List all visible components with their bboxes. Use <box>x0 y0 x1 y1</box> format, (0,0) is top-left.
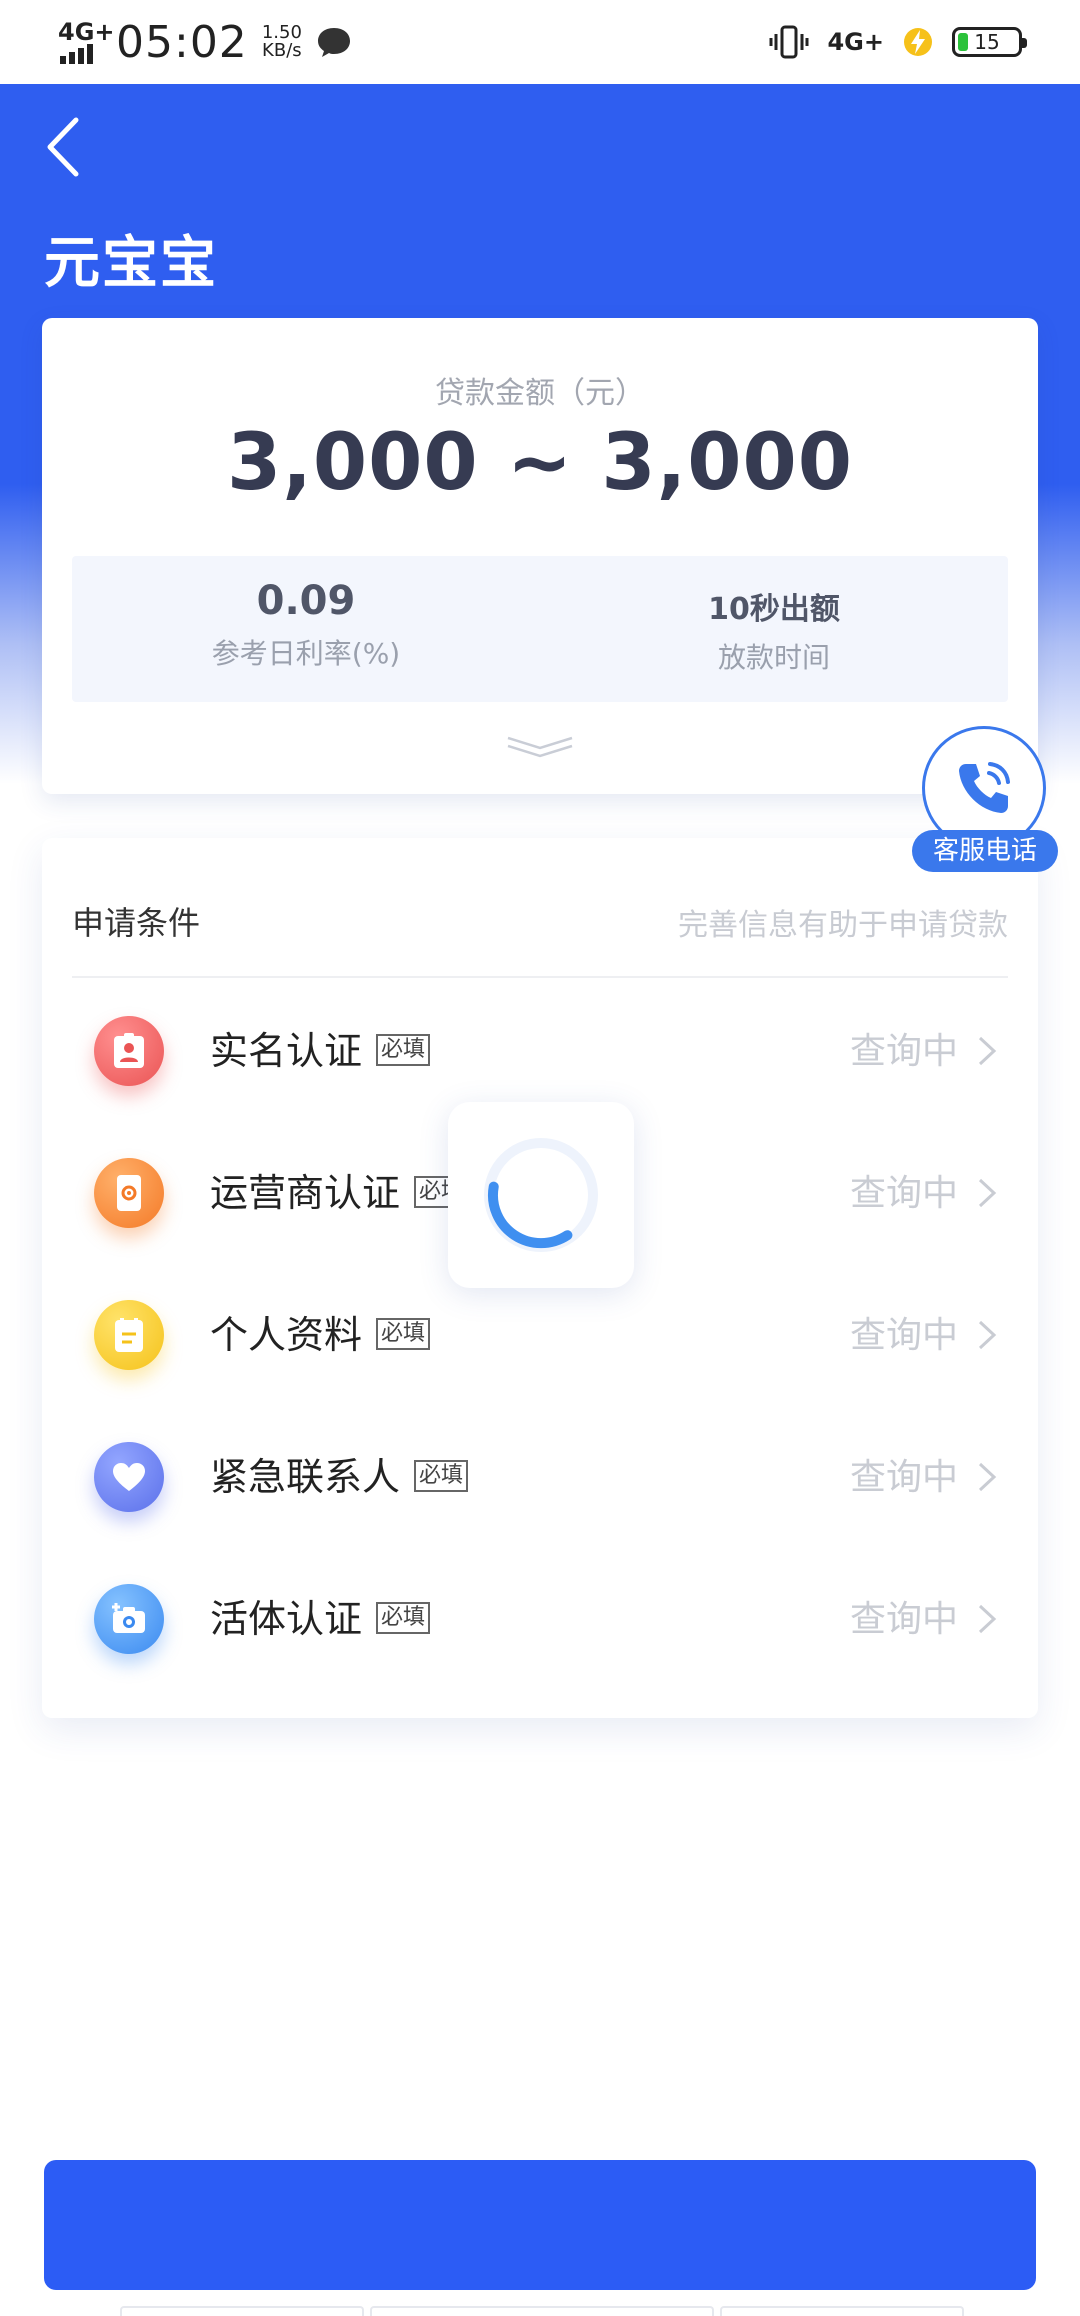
camera-icon <box>94 1584 164 1654</box>
condition-row-real-name[interactable]: 实名认证 必填 查询中 <box>42 980 1038 1120</box>
chevron-right-icon <box>978 1604 997 1634</box>
loan-application-screen: 4G+ 05:02 1.50 KB/s 4G+ 15 元宝宝 贷款金额（元） 3… <box>0 0 1080 2316</box>
vibrate-icon <box>769 25 809 59</box>
phone-settings-icon <box>94 1158 164 1228</box>
conditions-hint: 完善信息有助于申请贷款 <box>678 908 1008 943</box>
daily-rate-value: 0.09 <box>256 578 356 624</box>
submit-button[interactable] <box>44 2160 1036 2290</box>
daily-rate-label: 参考日利率(%) <box>211 637 401 670</box>
disbursement-time-label: 放款时间 <box>717 641 830 674</box>
loan-stats: 0.09 参考日利率(%) 10秒出额 放款时间 <box>72 556 1008 702</box>
required-badge: 必填 <box>376 1033 431 1066</box>
condition-name: 个人资料 必填 <box>210 1304 431 1359</box>
condition-status: 查询中 <box>849 1173 958 1214</box>
id-badge-icon <box>94 1016 164 1086</box>
condition-status: 查询中 <box>849 1031 958 1072</box>
condition-name: 活体认证 必填 <box>210 1588 431 1643</box>
network-type-right: 4G+ <box>827 28 884 56</box>
loan-summary-card: 贷款金额（元） 3,000 ~ 3,000 0.09 参考日利率(%) 10秒出… <box>42 318 1038 794</box>
loan-amount-value: 3,000 ~ 3,000 <box>226 418 854 508</box>
chevron-right-icon <box>978 1462 997 1492</box>
customer-service-label: 客服电话 <box>912 830 1058 872</box>
condition-name: 紧急联系人 必填 <box>210 1446 469 1501</box>
battery-icon: 15 <box>952 27 1027 57</box>
condition-status: 查询中 <box>849 1315 958 1356</box>
condition-row-emergency-contact[interactable]: 紧急联系人 必填 查询中 <box>42 1406 1038 1546</box>
loading-spinner <box>448 1102 634 1288</box>
bottom-tabs-edge <box>0 2306 1080 2316</box>
network-speed: 1.50 KB/s <box>262 24 302 60</box>
required-badge: 必填 <box>376 1601 431 1634</box>
chevron-right-icon <box>978 1036 997 1066</box>
disbursement-time-value: 10秒出额 <box>708 592 840 627</box>
required-badge: 必填 <box>376 1317 431 1350</box>
chevron-right-icon <box>978 1320 997 1350</box>
chevron-right-icon <box>978 1178 997 1208</box>
expand-chevron-icon[interactable] <box>504 730 576 760</box>
condition-status: 查询中 <box>849 1457 958 1498</box>
status-bar-left: 4G+ 05:02 1.50 KB/s <box>58 17 352 68</box>
network-type-label: 4G+ <box>58 18 115 46</box>
battery-level: 15 <box>974 30 1000 54</box>
required-badge: 必填 <box>414 1459 469 1492</box>
spinner-icon <box>484 1138 598 1252</box>
chevron-left-icon[interactable] <box>40 112 90 182</box>
condition-name: 运营商认证 必填 <box>210 1162 469 1217</box>
loan-amount-label: 贷款金额（元） <box>435 376 645 411</box>
conditions-header: 申请条件 完善信息有助于申请贷款 <box>72 868 1008 978</box>
disbursement-time-stat: 10秒出额 放款时间 <box>540 556 1008 702</box>
condition-status: 查询中 <box>849 1599 958 1640</box>
condition-row-liveness[interactable]: 活体认证 必填 查询中 <box>42 1548 1038 1688</box>
signal-icon: 4G+ <box>58 20 115 64</box>
page-title: 元宝宝 <box>44 231 218 296</box>
condition-name: 实名认证 必填 <box>210 1020 431 1075</box>
heart-icon <box>94 1442 164 1512</box>
clock: 05:02 <box>116 16 248 68</box>
daily-rate-stat: 0.09 参考日利率(%) <box>72 556 540 702</box>
speed-unit: KB/s <box>262 40 302 61</box>
phone-icon <box>959 762 1010 813</box>
document-icon <box>94 1300 164 1370</box>
chat-bubble-icon <box>317 28 350 57</box>
status-bar: 4G+ 05:02 1.50 KB/s 4G+ 15 <box>0 0 1080 84</box>
customer-service-button[interactable]: 客服电话 <box>912 724 1058 876</box>
charging-bolt-icon <box>904 28 932 56</box>
conditions-title: 申请条件 <box>72 904 201 942</box>
status-bar-right: 4G+ 15 <box>769 22 1027 62</box>
